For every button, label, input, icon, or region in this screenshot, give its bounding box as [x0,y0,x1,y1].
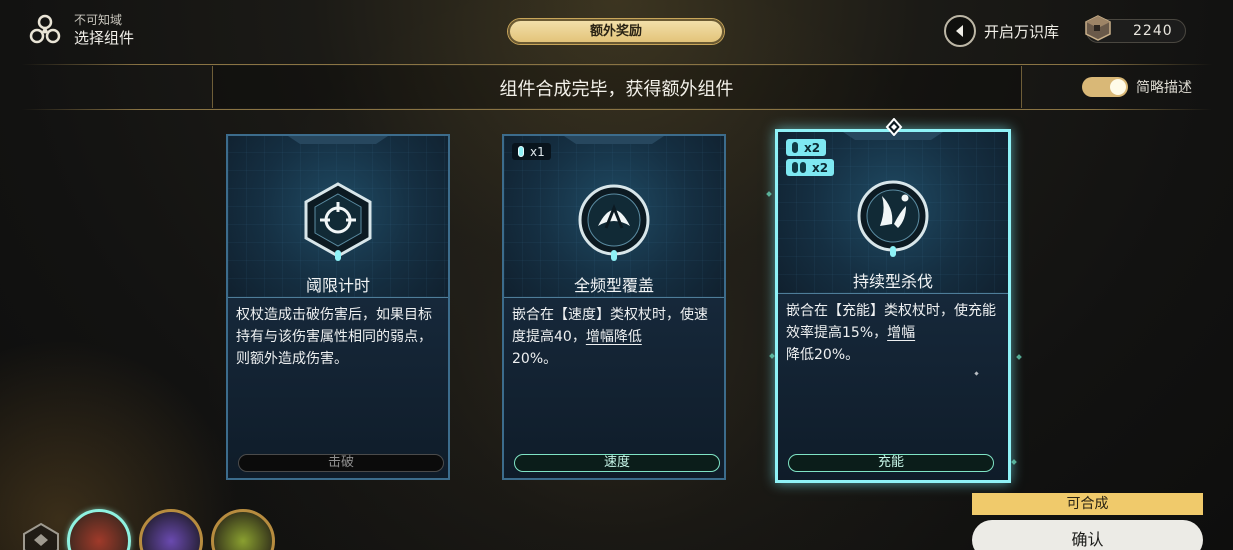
divider-top [22,64,1212,65]
card-top-tab [288,136,388,144]
card-type-tag: 充能 [788,454,994,472]
card-body: 权杖造成击破伤害后，如果目标持有与该伤害属性相同的弱点，则额外造成伤害。 击破 [228,298,448,478]
back-arrow-icon [944,15,976,47]
open-codex-button[interactable]: 开启万识库 [944,15,1059,47]
toggle-knob [1110,79,1126,95]
component-bag-icon[interactable] [18,520,64,550]
open-codex-label: 开启万识库 [984,22,1060,41]
card-body: 嵌合在【充能】类权杖时，使充能效率提高15%，增幅 降低20%。 充能 [778,294,1008,480]
mode-subtitle: 不可知域 [74,13,123,27]
component-card-2[interactable]: x1 全频型覆盖 嵌合在【速度】类权杖时，使速度提高40，增幅降低 20%。 速度 [502,134,726,480]
trinity-mode-icon [29,14,61,44]
crosshair-emblem-icon [304,182,372,261]
toggle-label: 简略描述 [1136,80,1192,96]
page-title: 选择组件 [74,29,135,47]
card-name: 全频型覆盖 [573,276,654,295]
component-card-3[interactable]: x2 x2 持续型杀伐 嵌合在【充能】类权杖时，使充能效率提高15%，增幅 降低2… [775,129,1011,483]
card-chip-badge: x2 [786,139,827,156]
chip-count: x1 [530,144,545,159]
selection-pointer-icon [885,118,903,136]
double-chip-icon [792,162,806,173]
card-art: 阈限计时 [228,136,448,298]
currency-value: 2240 [1133,23,1173,39]
full-spectrum-emblem-icon [578,184,650,261]
bonus-reward-pill: 额外奖励 [508,19,724,44]
card-top-tab [564,136,664,144]
brief-description-toggle[interactable]: 简略描述 [1082,77,1192,97]
card-description: 嵌合在【充能】类权杖时，使充能效率提高15%，增幅 降低20%。 [786,303,996,363]
sustained-strike-emblem-icon [857,180,929,257]
toggle-switch[interactable] [1082,77,1128,97]
owned-component-slot-3[interactable] [211,509,275,550]
card-description: 嵌合在【速度】类权杖时，使速度提高40，增幅降低 20%。 [512,307,708,367]
card-description: 权杖造成击破伤害后，如果目标持有与该伤害属性相同的弱点，则额外造成伤害。 [236,307,432,367]
spark-decoration [769,353,775,359]
card-body: 嵌合在【速度】类权杖时，使速度提高40，增幅降低 20%。 速度 [504,298,724,478]
card-type-tag: 速度 [514,454,720,472]
card-name: 持续型杀伐 [852,272,933,291]
banner-title: 组件合成完毕，获得额外组件 [499,79,734,100]
spark-decoration [766,191,772,197]
confirm-button[interactable]: 确认 [972,520,1203,550]
divider-bottom [22,109,1212,110]
card-art: x2 x2 持续型杀伐 [778,132,1008,294]
spark-decoration [1016,354,1022,360]
chip-icon [792,142,798,153]
card-art: x1 全频型覆盖 [504,136,724,298]
chip-count: x2 [804,140,821,155]
double-chip-count: x2 [812,160,829,175]
owned-component-slot-2[interactable] [139,509,203,550]
card-name: 阈限计时 [305,276,370,295]
card-chip-badge: x1 [512,143,551,160]
chip-icon [518,146,524,157]
mode-header: 不可知域 选择组件 [28,12,134,48]
component-card-1[interactable]: 阈限计时 权杖造成击破伤害后，如果目标持有与该伤害属性相同的弱点，则额外造成伤害… [226,134,450,480]
spark-decoration [1011,459,1017,465]
currency-counter: 2240 [1085,15,1186,43]
card-double-chip-badge: x2 [786,159,835,176]
cube-currency-icon [1085,15,1111,41]
card-type-tag: 击破 [238,454,444,472]
owned-component-slot-1[interactable] [67,509,131,550]
can-compose-banner: 可合成 [972,493,1203,515]
